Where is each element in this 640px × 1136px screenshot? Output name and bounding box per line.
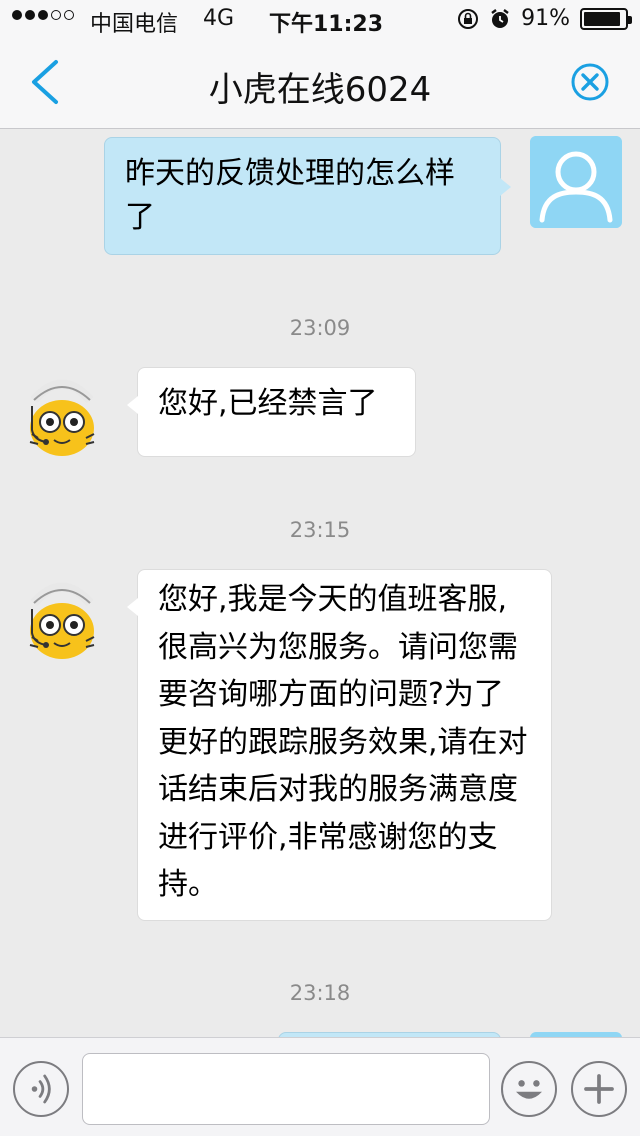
agent-avatar[interactable] [24, 573, 100, 659]
chat-title: 小虎在线6024 [208, 70, 432, 110]
message-timestamp: 23:15 [289, 518, 351, 542]
agent-avatar[interactable] [24, 370, 100, 456]
battery-icon [580, 7, 632, 30]
network-type: 4G [203, 6, 235, 31]
message-text: 您好,我是今天的值班客服,很高兴为您服务。请问您需要咨询哪方面的问题?为了更好的… [158, 582, 528, 902]
rotation-lock-icon [458, 8, 479, 29]
message-timestamp: 23:09 [289, 316, 351, 340]
status-bar: 中国电信 4G 下午11:23 91% [0, 0, 640, 40]
navigation-bar: 小虎在线6024 [0, 40, 640, 129]
close-chat-button[interactable] [570, 62, 610, 102]
incoming-message[interactable]: 您好,我是今天的值班客服,很高兴为您服务。请问您需要咨询哪方面的问题?为了更好的… [127, 569, 552, 921]
more-options-button[interactable] [571, 1061, 627, 1117]
message-timestamp: 23:18 [289, 981, 351, 1005]
message-text: 您好,已经禁言了 [158, 386, 378, 421]
battery-percent: 91% [521, 6, 570, 31]
user-avatar[interactable] [530, 136, 622, 228]
carrier-label: 中国电信 [90, 12, 179, 37]
input-toolbar [0, 1037, 640, 1136]
outgoing-message[interactable]: 昨天的反馈处理的怎么样了 [104, 137, 511, 255]
voice-input-button[interactable] [13, 1061, 69, 1117]
incoming-message[interactable]: 您好,已经禁言了 [127, 367, 416, 457]
emoji-button[interactable] [501, 1061, 557, 1117]
status-time: 下午11:23 [269, 12, 384, 37]
signal-strength-icon [12, 10, 74, 20]
alarm-icon [491, 8, 509, 28]
chat-message-list[interactable]: 昨天的反馈处理的怎么样了 23:09 您好,已经禁言了 23:15 您好,我是今… [0, 130, 640, 1037]
message-text: 昨天的反馈处理的怎么样了 [125, 156, 455, 235]
message-input[interactable] [82, 1053, 490, 1125]
